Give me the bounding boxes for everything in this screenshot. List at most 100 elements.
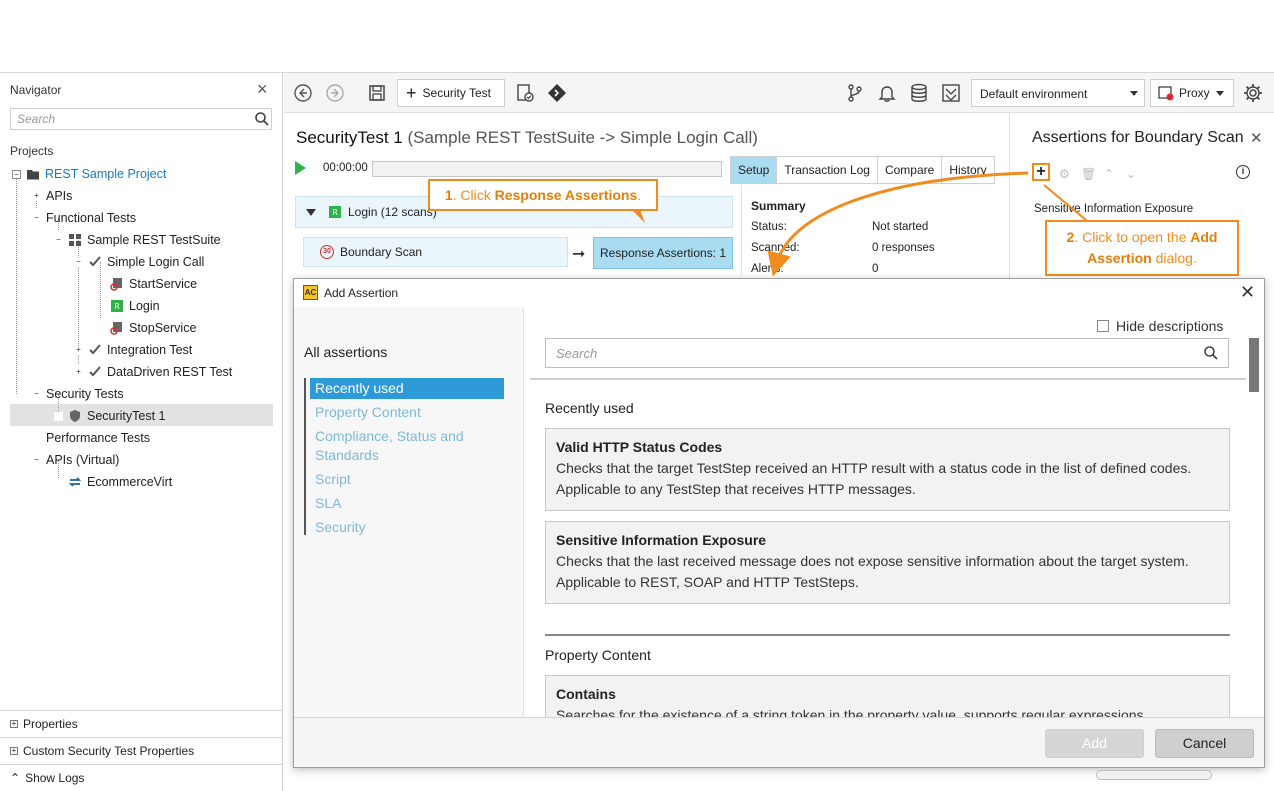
tab-compare[interactable]: Compare xyxy=(878,157,943,183)
arrow-right-icon: ➞ xyxy=(572,246,586,263)
tree-item-securitytest-1[interactable]: SecurityTest 1 xyxy=(54,405,166,427)
response-assertions-button[interactable]: Response Assertions: 1 xyxy=(593,237,733,269)
run-play-icon[interactable] xyxy=(295,161,306,175)
assertions-panel-title: Assertions for Boundary Scan xyxy=(1032,129,1244,146)
expand-icon[interactable]: + xyxy=(32,191,41,201)
tab-setup[interactable]: Setup xyxy=(731,157,778,183)
elapsed-timer: 00:00:00 xyxy=(323,162,368,174)
soapui-window: Navigator × Search Projects − REST Sampl… xyxy=(0,72,1274,791)
svg-text:R: R xyxy=(114,302,120,311)
collapse-icon[interactable]: − xyxy=(32,213,41,223)
navigator-close-icon[interactable]: × xyxy=(257,80,268,98)
category-recently-used[interactable]: Recently used xyxy=(310,378,504,399)
expand-icon[interactable]: + xyxy=(74,367,83,377)
collapse-icon[interactable]: − xyxy=(32,389,41,399)
testcase-check-icon xyxy=(89,366,101,377)
tree-item-apis-virtual[interactable]: − APIs (Virtual) xyxy=(32,449,119,471)
main-toolbar: + Security Test Default environment Prox… xyxy=(284,73,1274,113)
testcase-check-icon xyxy=(89,256,101,267)
collapse-icon[interactable]: − xyxy=(54,235,63,245)
tree-item-label: Login xyxy=(129,299,160,313)
new-security-test-button[interactable]: + Security Test xyxy=(397,79,505,107)
list-scrollbar[interactable] xyxy=(1249,338,1259,718)
tree-item-ecommercevirt[interactable]: EcommerceVirt xyxy=(54,471,172,493)
collapse-icon[interactable]: − xyxy=(12,169,21,179)
tree-item-label: StopService xyxy=(129,321,197,335)
back-icon[interactable] xyxy=(293,83,313,103)
tree-item-functional-tests[interactable]: − Functional Tests xyxy=(32,207,136,229)
tree-item-startservice[interactable]: StartService xyxy=(110,273,197,295)
environment-select[interactable]: Default environment xyxy=(971,79,1145,107)
tree-item-security-tests[interactable]: − Security Tests xyxy=(32,383,124,405)
branch-icon[interactable] xyxy=(845,83,865,103)
alerts-label: Alerts: xyxy=(751,263,784,275)
delete-icon[interactable]: 🗑 xyxy=(1081,167,1096,181)
new-security-test-label: Security Test xyxy=(422,86,491,100)
tree-item-performance-tests[interactable]: Performance Tests xyxy=(32,427,150,449)
expand-icon[interactable]: + xyxy=(10,747,18,755)
assertion-app-icon: AC xyxy=(303,285,318,300)
show-logs-button[interactable]: ⌃ Show Logs xyxy=(0,764,283,791)
horizontal-scrollbar[interactable] xyxy=(1096,770,1212,780)
expand-icon[interactable]: + xyxy=(10,720,18,728)
custom-security-test-properties-section[interactable]: + Custom Security Test Properties xyxy=(0,737,283,764)
close-icon[interactable]: ✕ xyxy=(1240,282,1255,303)
move-up-icon[interactable]: ⌃ xyxy=(1104,167,1114,181)
collapse-icon[interactable]: − xyxy=(74,257,83,267)
info-icon[interactable]: i xyxy=(1236,165,1250,179)
bell-icon[interactable] xyxy=(877,83,897,103)
forward-icon[interactable] xyxy=(325,83,345,103)
virtual-service-icon[interactable] xyxy=(941,83,961,103)
tab-history[interactable]: History xyxy=(942,157,993,183)
tree-item-apis[interactable]: + APIs xyxy=(32,185,72,207)
cancel-button[interactable]: Cancel xyxy=(1155,729,1254,758)
save-icon[interactable] xyxy=(367,83,387,103)
assertion-card-contains[interactable]: Contains Searches for the existence of a… xyxy=(545,675,1230,717)
hide-descriptions-checkbox[interactable]: Hide descriptions xyxy=(1097,318,1223,334)
collapse-triangle-icon[interactable] xyxy=(306,208,316,216)
list-scrollbar-thumb[interactable] xyxy=(1249,338,1259,392)
move-down-icon[interactable]: ⌄ xyxy=(1126,167,1136,181)
category-security[interactable]: Security xyxy=(310,517,504,538)
tree-item-label: APIs xyxy=(46,189,73,203)
expand-icon[interactable]: + xyxy=(74,345,83,355)
tree-item-login[interactable]: R Login xyxy=(110,295,160,317)
tree-item-stopservice[interactable]: StopService xyxy=(110,317,196,339)
search-icon[interactable] xyxy=(1203,345,1219,361)
search-icon[interactable] xyxy=(254,111,270,127)
checklist-icon[interactable] xyxy=(515,83,535,103)
assertion-card-sensitive-information-exposure[interactable]: Sensitive Information Exposure Checks th… xyxy=(545,521,1230,604)
tree-item-label: DataDriven REST Test xyxy=(107,365,233,379)
category-sla[interactable]: SLA xyxy=(310,493,504,514)
diamond-icon[interactable] xyxy=(547,83,567,103)
database-icon[interactable] xyxy=(909,83,929,103)
configure-icon[interactable]: ⚙ xyxy=(1059,167,1070,181)
run-progress-bar xyxy=(372,161,722,177)
category-script[interactable]: Script xyxy=(310,469,504,490)
assertion-card-valid-http-status-codes[interactable]: Valid HTTP Status Codes Checks that the … xyxy=(545,428,1230,511)
category-compliance[interactable]: Compliance, Status and Standards xyxy=(310,426,490,466)
proxy-button[interactable]: Proxy xyxy=(1150,79,1234,107)
tab-transaction-log[interactable]: Transaction Log xyxy=(777,157,878,183)
add-button[interactable]: Add xyxy=(1045,729,1144,758)
checkbox-box[interactable] xyxy=(1097,320,1109,332)
assertion-list-item[interactable]: Sensitive Information Exposure xyxy=(1034,203,1193,215)
scanned-label: Scanned: xyxy=(751,242,800,254)
navigator-search-input[interactable]: Search xyxy=(10,108,272,130)
virt-arrows-icon xyxy=(68,477,82,487)
tree-item-rest-sample-project[interactable]: − REST Sample Project xyxy=(12,163,166,185)
collapse-icon[interactable]: − xyxy=(32,455,41,465)
assertion-search-input[interactable]: Search xyxy=(545,338,1229,368)
tree-item-integration-test[interactable]: + Integration Test xyxy=(74,339,192,361)
tree-item-simple-login-call[interactable]: − Simple Login Call xyxy=(74,251,204,273)
tree-item-sample-rest-testsuite[interactable]: − Sample REST TestSuite xyxy=(54,229,221,251)
assertion-list: Recently used Valid HTTP Status Codes Ch… xyxy=(530,380,1246,717)
add-assertion-button[interactable]: + xyxy=(1032,163,1050,181)
category-property-content[interactable]: Property Content xyxy=(310,402,504,423)
gear-icon[interactable] xyxy=(1243,83,1263,103)
boundary-scan-row[interactable]: 30 Boundary Scan xyxy=(303,237,568,267)
tree-item-label: Security Tests xyxy=(46,387,124,401)
properties-section[interactable]: + Properties xyxy=(0,710,283,737)
close-icon[interactable]: ✕ xyxy=(1250,129,1263,147)
tree-item-datadriven-rest-test[interactable]: + DataDriven REST Test xyxy=(74,361,232,383)
